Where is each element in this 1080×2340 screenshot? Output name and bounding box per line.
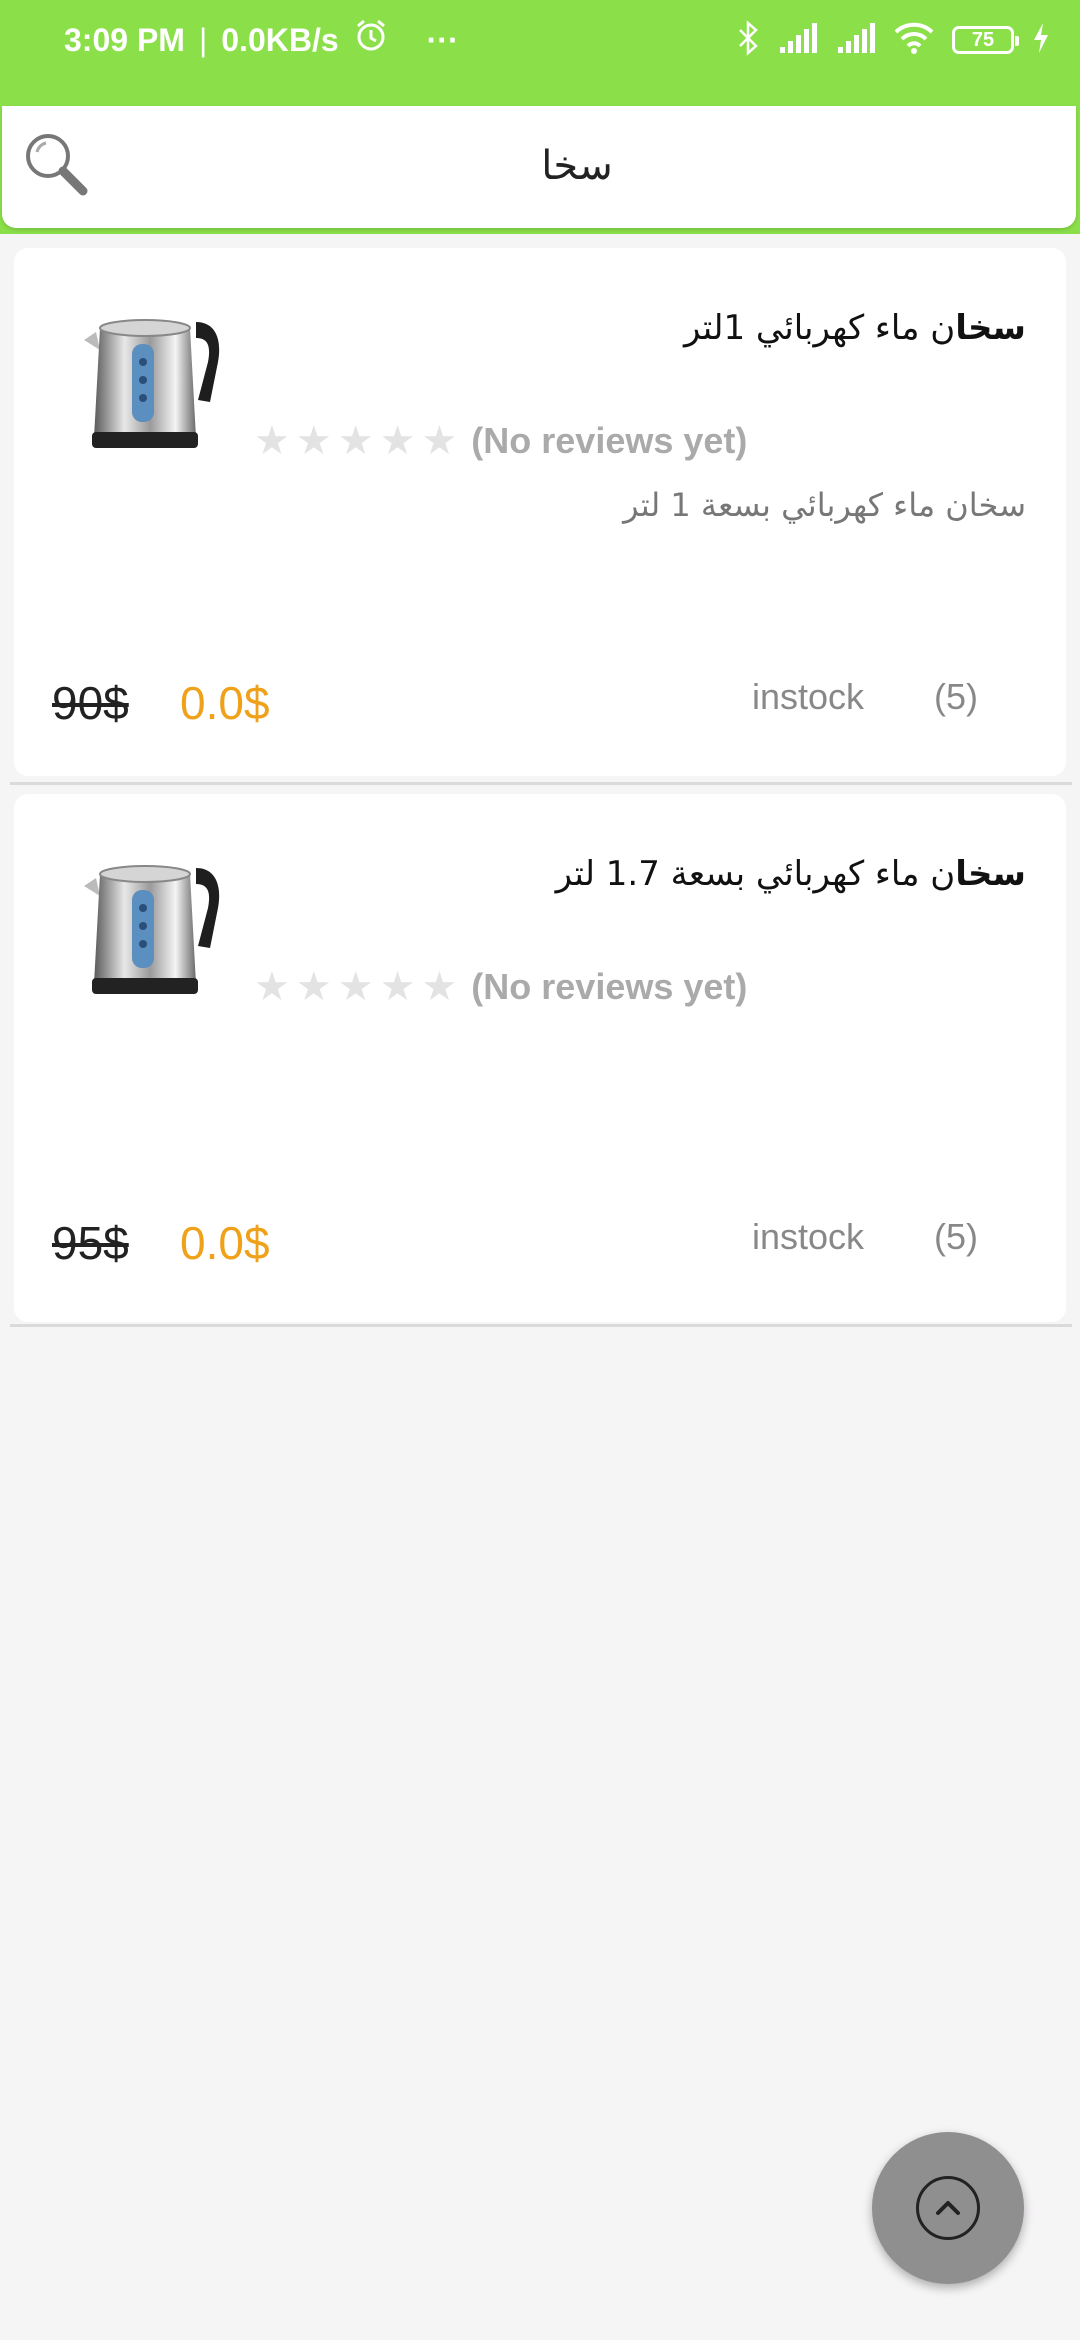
search-bar[interactable]	[2, 106, 1076, 228]
stock-count: (5)	[934, 1216, 978, 1257]
bluetooth-icon	[736, 20, 760, 60]
star-icon: ★	[337, 418, 374, 464]
star-icon: ★	[421, 964, 458, 1010]
product-image[interactable]	[66, 292, 236, 462]
status-bar: 3:09 PM | 0.0KB/s ··· 75	[0, 0, 1080, 80]
stock-count: (5)	[934, 676, 978, 717]
status-time: 3:09 PM	[64, 21, 185, 58]
product-title[interactable]: سخان ماء كهربائي بسعة 1.7 لتر	[266, 854, 1026, 894]
status-separator: |	[198, 21, 208, 58]
reviews-count: (No reviews yet)	[471, 966, 748, 1007]
star-icon: ★	[379, 964, 416, 1010]
current-price: 0.0$	[180, 1217, 270, 1269]
divider	[10, 782, 1072, 785]
chevron-up-icon	[916, 2176, 980, 2240]
rating: ★ ★ ★ ★ ★ (No reviews yet)	[254, 962, 747, 1012]
product-card[interactable]: سخان ماء كهربائي بسعة 1.7 لتر ★ ★ ★ ★ ★ …	[14, 794, 1066, 1322]
stock-status: instock	[752, 676, 865, 717]
star-icon: ★	[379, 418, 416, 464]
wifi-icon	[894, 22, 934, 58]
battery-icon: 75	[952, 26, 1019, 54]
divider	[10, 1324, 1072, 1327]
star-rating: ★ ★ ★ ★ ★	[254, 967, 457, 1007]
search-input[interactable]	[522, 136, 632, 196]
charging-icon	[1032, 23, 1050, 57]
title-match-highlight: سخا	[955, 308, 1026, 348]
scroll-top-button[interactable]	[872, 2132, 1024, 2284]
star-icon: ★	[254, 964, 290, 1010]
title-rest: ن ماء كهربائي بسعة 1.7 لتر	[555, 854, 956, 894]
old-price: 90$	[52, 677, 129, 729]
star-icon: ★	[421, 418, 458, 464]
status-right: 75	[736, 0, 1050, 80]
product-title[interactable]: سخان ماء كهربائي 1لتر	[266, 308, 1026, 348]
current-price: 0.0$	[180, 677, 270, 729]
alarm-icon	[353, 18, 389, 62]
reviews-count: (No reviews yet)	[471, 420, 748, 461]
stock-status: instock	[752, 1216, 865, 1257]
network-speed: 0.0KB/s	[221, 21, 339, 58]
rating: ★ ★ ★ ★ ★ (No reviews yet)	[254, 416, 747, 466]
product-card[interactable]: سخان ماء كهربائي 1لتر ★ ★ ★ ★ ★ (No revi…	[14, 248, 1066, 776]
more-dots: ···	[426, 21, 459, 58]
title-rest: ن ماء كهربائي 1لتر	[684, 308, 956, 348]
product-description: سخان ماء كهربائي بسعة 1 لتر	[623, 486, 1026, 524]
title-match-highlight: سخا	[955, 854, 1026, 894]
signal-icon	[778, 23, 818, 57]
search-header	[0, 80, 1080, 234]
status-left: 3:09 PM | 0.0KB/s ···	[64, 0, 459, 80]
signal-icon	[836, 23, 876, 57]
star-icon: ★	[254, 418, 290, 464]
search-icon[interactable]	[20, 128, 92, 200]
star-icon: ★	[337, 964, 374, 1010]
star-icon: ★	[295, 964, 332, 1010]
star-rating: ★ ★ ★ ★ ★	[254, 421, 457, 461]
old-price: 95$	[52, 1217, 129, 1269]
product-image[interactable]	[66, 838, 236, 1008]
star-icon: ★	[295, 418, 332, 464]
